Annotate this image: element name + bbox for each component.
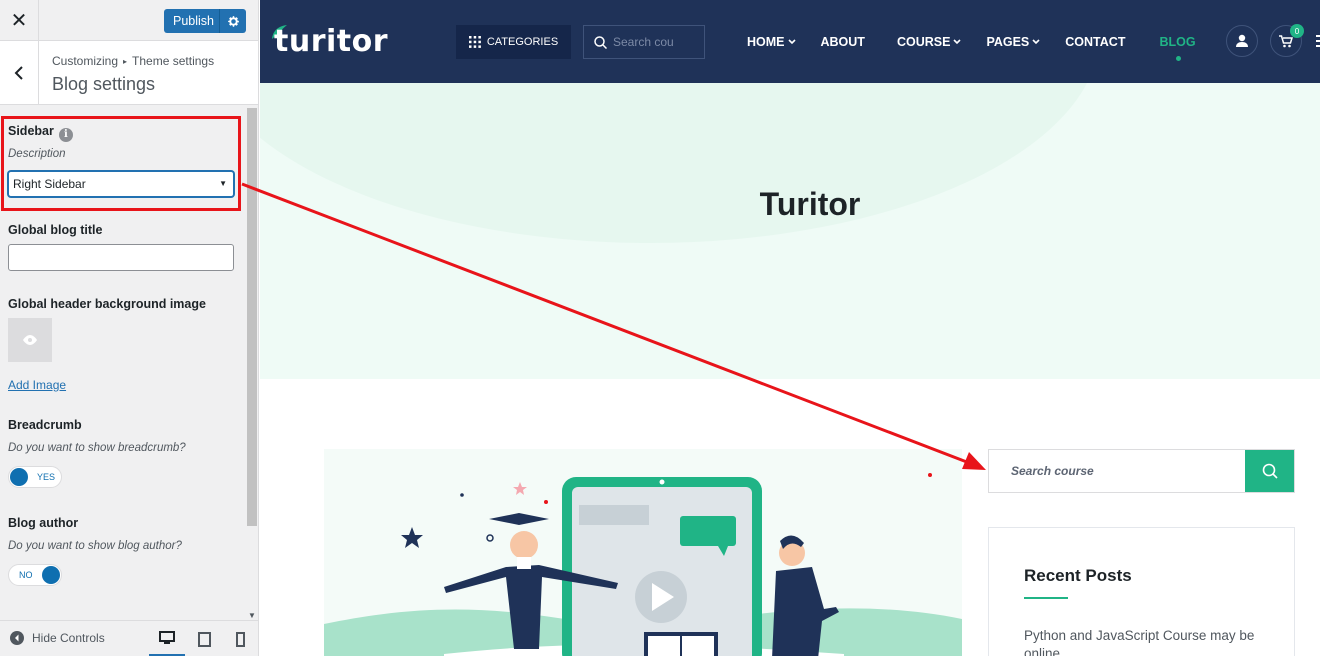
post-featured-image[interactable] [324,449,962,656]
menu-item-label: COURSE [896,35,951,49]
blog-title-label: Global blog title [8,223,103,237]
account-button[interactable] [1226,25,1258,57]
add-image-link[interactable]: Add Image [8,378,66,392]
chevron-left-icon [14,65,23,80]
customizer-panel: ✕ Publish Customizing ▸ Theme settings Blo… [0,0,259,656]
active-indicator [1175,56,1181,61]
site-preview: turitor CATEGORIES Search cou HOME ABOUT… [260,0,1320,656]
nav-search-input[interactable]: Search cou [583,25,705,59]
desktop-preview-button[interactable] [149,621,185,656]
blog-title-input[interactable] [8,244,234,271]
menu-item-label: BLOG [1159,35,1196,49]
toggle-text: YES [37,472,56,482]
categories-button[interactable]: CATEGORIES [456,25,571,59]
cart-count-badge: 0 [1290,24,1304,38]
sidebar-search-button[interactable] [1245,450,1294,492]
grid-icon [468,36,481,48]
chevron-down-icon [1032,39,1040,45]
publish-label: Publish [173,14,214,28]
title-underline [1024,597,1068,599]
menu-item-course[interactable]: COURSE [896,35,962,49]
scrollbar-thumb[interactable] [247,108,257,526]
section-header: Customizing ▸ Theme settings Blog settings [0,41,258,105]
breadcrumb-parent: Theme settings [132,54,215,68]
page-hero: Turitor [260,83,1320,379]
hide-controls-label: Hide Controls [32,631,105,645]
recent-post-link[interactable]: Python and JavaScript Course may be onli… [1024,627,1264,656]
blog-author-description: Do you want to show blog author? [8,540,182,552]
blog-author-label: Blog author [8,516,79,530]
chevron-down-icon [953,39,962,45]
sidebar-search[interactable]: Search course [988,449,1295,493]
collapse-icon [10,631,24,645]
menu-toggle-icon[interactable] [1316,34,1320,48]
chevron-down-icon [787,39,796,45]
close-customizer-button[interactable]: ✕ [0,0,39,41]
header-bg-label: Global header background image [8,297,206,311]
recent-posts-title: Recent Posts [1024,566,1132,585]
scroll-down-icon[interactable]: ▼ [248,611,256,620]
categories-label: CATEGORIES [486,36,559,48]
tablet-preview-button[interactable] [186,621,222,656]
breadcrumb: Customizing ▸ Theme settings [52,54,214,68]
site-logo[interactable]: turitor [274,24,388,59]
toggle-knob [42,566,60,584]
menu-item-pages[interactable]: PAGES [986,35,1040,49]
section-title: Blog settings [52,74,156,94]
online-learning-illustration [324,473,962,656]
sidebar-search-placeholder: Search course [1011,464,1094,478]
menu-item-contact[interactable]: CONTACT [1065,35,1125,49]
mobile-preview-button[interactable] [222,621,258,656]
breadcrumb-description: Do you want to show breadcrumb? [8,442,186,454]
search-icon [594,35,607,49]
close-icon: ✕ [10,10,28,32]
menu-item-label: ABOUT [820,35,865,49]
user-icon [1236,34,1248,47]
customizer-footer: Hide Controls [0,620,258,656]
main-menu: HOME ABOUT COURSE PAGES CONTACT BLOG [747,35,1196,61]
menu-item-label: HOME [747,35,785,49]
cart-icon [1279,34,1293,47]
menu-item-blog[interactable]: BLOG [1159,35,1196,61]
blog-content: Search course Recent Posts Python and Ja… [260,379,1320,656]
breadcrumb-root: Customizing [52,54,119,68]
search-icon [1262,463,1278,479]
menu-item-label: CONTACT [1065,35,1126,49]
publish-settings-button[interactable] [219,9,246,33]
tablet-icon [197,631,211,647]
publish-button[interactable]: Publish [164,9,246,33]
breadcrumb-toggle-label: Breadcrumb [8,418,82,432]
gear-icon [227,15,239,27]
page-title: Turitor [759,186,861,222]
hide-controls-button[interactable]: Hide Controls [10,631,105,645]
menu-item-label: PAGES [986,35,1030,49]
site-navbar: turitor CATEGORIES Search cou HOME ABOUT… [260,0,1320,83]
customizer-topbar: ✕ Publish [0,0,258,41]
menu-item-about[interactable]: ABOUT [821,35,865,49]
breadcrumb-separator: ▸ [123,57,128,66]
desktop-icon [159,630,175,644]
blog-author-toggle[interactable]: NO [8,564,62,586]
annotation-highlight [1,116,241,211]
panel-scrollbar[interactable]: ▼ [245,105,258,620]
recent-posts-widget: Recent Posts Python and JavaScript Cours… [988,527,1295,656]
nav-search-placeholder: Search cou [613,35,674,49]
toggle-text: NO [19,570,33,580]
image-placeholder [8,318,52,362]
eye-icon [23,335,37,345]
mobile-icon [235,631,245,647]
menu-item-home[interactable]: HOME [747,35,796,49]
back-button[interactable] [0,41,39,104]
screen: ✕ Publish Customizing ▸ Theme settings Blo… [0,0,1320,656]
breadcrumb-toggle[interactable]: YES [8,466,62,488]
toggle-knob [10,468,28,486]
